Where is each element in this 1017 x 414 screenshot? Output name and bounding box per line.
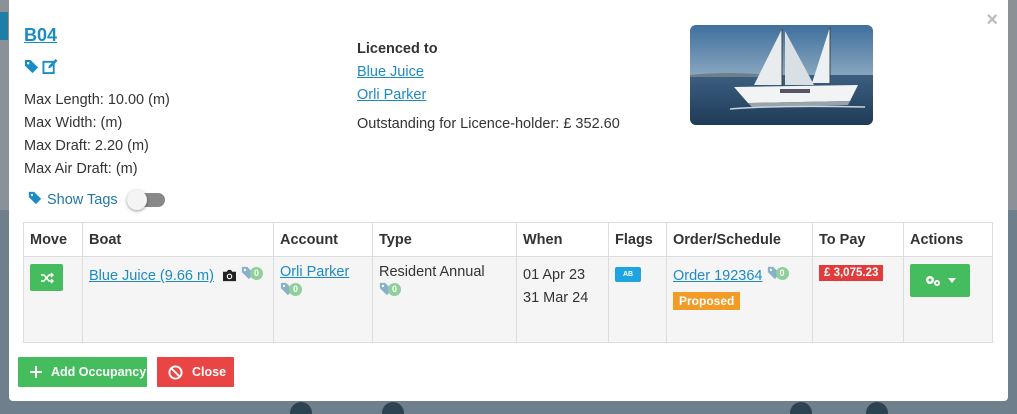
background-tab — [0, 12, 8, 40]
column-header-move: Move — [23, 222, 83, 257]
actions-dropdown-button[interactable] — [910, 264, 970, 297]
tag-icon[interactable] — [24, 59, 39, 74]
occupancy-type: Resident Annual — [379, 264, 485, 280]
tag-count: 0 — [775, 266, 789, 280]
switch-knob — [126, 190, 147, 210]
account-cell: Orli Parker 0 — [273, 256, 373, 343]
account-link[interactable]: Orli Parker — [280, 264, 349, 280]
column-header-flags: Flags — [608, 222, 667, 257]
berth-dimensions: Max Length: 10.00 (m) Max Width: (m) Max… — [24, 89, 170, 181]
occupancy-table: Move Boat Account Type When Flags Order/… — [23, 222, 993, 343]
column-header-when: When — [516, 222, 609, 257]
table-row: Blue Juice (9.66 m) 0 Orli Parker 0 Resi… — [23, 256, 993, 343]
max-length: Max Length: 10.00 (m) — [24, 92, 170, 108]
plus-icon — [30, 366, 42, 378]
to-pay-cell: £ 3,075.23 — [812, 256, 904, 343]
licence-section: Licenced to Blue Juice Orli Parker Outst… — [357, 38, 620, 136]
column-header-actions: Actions — [903, 222, 993, 257]
ban-icon — [168, 364, 183, 380]
add-occupancy-label: Add Occupancy — [51, 365, 147, 379]
outstanding-balance: Outstanding for Licence-holder: £ 352.60 — [357, 116, 620, 132]
tag-count: 0 — [388, 282, 401, 296]
end-date: 31 Mar 24 — [523, 290, 589, 306]
licence-holder-link[interactable]: Blue Juice — [357, 61, 620, 84]
berth-title-link[interactable]: B04 — [24, 25, 57, 46]
status-badge: Proposed — [673, 292, 741, 310]
column-header-boat: Boat — [82, 222, 274, 257]
licence-heading: Licenced to — [357, 41, 438, 57]
account-tags[interactable]: 0 — [280, 282, 302, 296]
when-cell: 01 Apr 23 31 Mar 24 — [516, 256, 609, 343]
flag-badge[interactable]: AB — [615, 267, 641, 282]
camera-icon[interactable] — [222, 269, 241, 286]
close-button[interactable]: Close — [157, 357, 234, 387]
column-header-order-schedule: Order/Schedule — [666, 222, 813, 257]
berth-icon-group — [24, 59, 58, 74]
close-label: Close — [192, 365, 227, 379]
close-icon[interactable]: × — [986, 10, 998, 30]
caret-down-icon — [948, 278, 956, 283]
sailboat-photo — [690, 25, 873, 125]
edit-icon[interactable] — [42, 59, 58, 74]
show-tags-label: Show Tags — [47, 192, 118, 208]
column-header-account: Account — [273, 222, 373, 257]
column-header-to-pay: To Pay — [812, 222, 904, 257]
flags-cell: AB — [608, 256, 667, 343]
order-link[interactable]: Order 192364 — [673, 268, 762, 284]
add-occupancy-button[interactable]: Add Occupancy — [18, 357, 147, 387]
boat-cell: Blue Juice (9.66 m) 0 — [82, 256, 274, 343]
max-air-draft: Max Air Draft: (m) — [24, 161, 138, 177]
show-tags-toggle-row[interactable]: Show Tags — [28, 190, 165, 210]
berth-modal: × B04 Max Length: 10.00 (m) Max Width: (… — [9, 0, 1008, 401]
order-cell: Order 192364 0 Proposed — [666, 256, 813, 343]
move-button[interactable] — [30, 264, 63, 291]
start-date: 01 Apr 23 — [523, 267, 586, 283]
tag-count: 0 — [249, 266, 263, 280]
shuffle-icon — [40, 272, 54, 283]
max-width: Max Width: (m) — [24, 115, 123, 131]
move-cell — [23, 256, 83, 343]
tag-icon — [28, 191, 42, 209]
gears-icon — [926, 275, 940, 286]
type-tags[interactable]: 0 — [379, 282, 401, 296]
show-tags-switch[interactable] — [126, 190, 165, 210]
boat-tags[interactable]: 0 — [241, 266, 263, 280]
tag-count: 0 — [289, 282, 302, 296]
licence-holder-link[interactable]: Orli Parker — [357, 84, 620, 107]
table-header-row: Move Boat Account Type When Flags Order/… — [23, 222, 993, 257]
order-tags[interactable]: 0 — [767, 266, 789, 280]
column-header-type: Type — [372, 222, 517, 257]
boat-link[interactable]: Blue Juice (9.66 m) — [89, 268, 214, 284]
actions-cell — [903, 256, 993, 343]
max-draft: Max Draft: 2.20 (m) — [24, 138, 149, 154]
amount-due-badge: £ 3,075.23 — [819, 265, 884, 281]
type-cell: Resident Annual 0 — [372, 256, 517, 343]
